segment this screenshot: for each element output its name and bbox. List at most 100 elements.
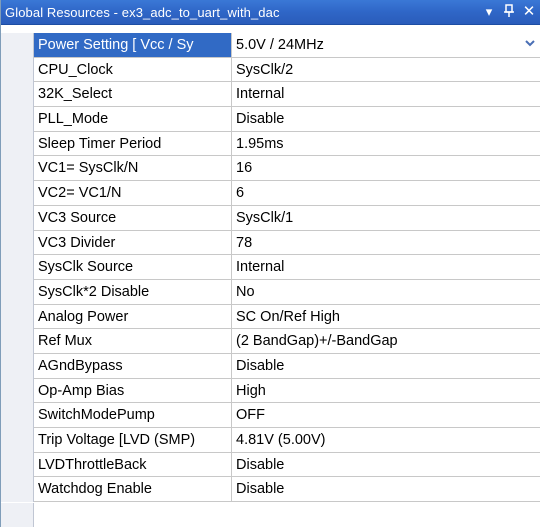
property-row[interactable]: Analog Power SC On/Ref High [1,304,540,330]
property-row[interactable]: SysClk*2 Disable No [1,279,540,305]
property-value-text: 16 [236,160,253,177]
property-value-text: Disable [236,357,285,374]
title-bar: Global Resources - ex3_adc_to_uart_with_… [1,0,540,25]
grid-empty-area [1,503,540,527]
property-name[interactable]: Sleep Timer Period [34,131,232,157]
row-margin [1,255,34,280]
property-value-text: Disable [236,456,285,473]
property-value-text: SysClk/2 [236,61,294,78]
property-value-text: OFF [236,407,265,424]
property-name[interactable]: SwitchModePump [34,403,232,428]
property-name[interactable]: SysClk Source [34,255,232,280]
window-title: Global Resources - ex3_adc_to_uart_with_… [5,5,280,20]
property-value-text: 6 [236,185,245,202]
property-row[interactable]: Power Setting [ Vcc / Sy 5.0V / 24MHz [1,33,540,58]
property-row[interactable]: SwitchModePump OFF [1,403,540,428]
row-margin [1,403,34,428]
property-grid: Power Setting [ Vcc / Sy 5.0V / 24MHz CPU_… [1,33,540,503]
property-name[interactable]: PLL_Mode [34,107,232,132]
property-row[interactable]: VC2= VC1/N 6 [1,181,540,206]
row-margin [1,428,34,453]
property-row[interactable]: VC3 Divider 78 [1,230,540,256]
property-name[interactable]: VC1= SysClk/N [34,156,232,182]
property-value[interactable]: 5.0V / 24MHz [232,33,540,58]
property-name[interactable]: VC2= VC1/N [34,181,232,206]
property-value-text: SC On/Ref High [236,308,340,325]
grid-margin [1,503,34,527]
property-row[interactable]: CPU_Clock SysClk/2 [1,57,540,83]
property-value[interactable]: (2 BandGap)+/-BandGap [232,329,540,354]
property-name[interactable]: LVDThrottleBack [34,452,232,478]
property-name[interactable]: AGndBypass [34,353,232,379]
property-value[interactable]: SC On/Ref High [232,305,540,330]
row-margin [1,57,34,83]
property-value[interactable]: Disable [232,453,540,478]
property-row[interactable]: Watchdog Enable Disable [1,477,540,503]
row-margin [1,107,34,132]
property-row[interactable]: Sleep Timer Period 1.95ms [1,131,540,157]
property-row[interactable]: VC3 Source SysClk/1 [1,205,540,231]
close-icon[interactable]: ✕ [521,4,537,20]
global-resources-panel: Global Resources - ex3_adc_to_uart_with_… [0,0,540,527]
property-value-text: No [236,283,255,300]
property-value-text: 5.0V / 24MHz [236,37,324,53]
property-row[interactable]: Op-Amp Bias High [1,378,540,404]
property-name[interactable]: Trip Voltage [LVD (SMP) [34,428,232,453]
property-value-text: (2 BandGap)+/-BandGap [236,333,398,350]
row-margin [1,279,34,305]
property-value[interactable]: 16 [232,156,540,182]
property-row[interactable]: LVDThrottleBack Disable [1,452,540,478]
property-value[interactable]: 4.81V (5.00V) [232,428,540,453]
pin-icon[interactable] [501,4,517,20]
property-value[interactable]: High [232,379,540,404]
property-value[interactable]: Internal [232,82,540,108]
property-value[interactable]: SysClk/1 [232,206,540,231]
row-margin [1,378,34,404]
property-value[interactable]: 78 [232,231,540,256]
row-margin [1,477,34,503]
property-value[interactable]: Internal [232,255,540,280]
row-margin [1,304,34,330]
property-value-text: Disable [236,111,285,128]
property-row[interactable]: SysClk Source Internal [1,255,540,280]
property-value[interactable]: Disable [232,354,540,379]
property-value[interactable]: 1.95ms [232,132,540,157]
property-name[interactable]: Analog Power [34,304,232,330]
property-value[interactable]: Disable [232,477,540,503]
property-name[interactable]: VC3 Source [34,205,232,231]
chevron-down-icon[interactable]: ▾ [481,4,497,20]
row-margin [1,329,34,354]
property-value[interactable]: OFF [232,403,540,428]
row-margin [1,353,34,379]
property-row[interactable]: Ref Mux (2 BandGap)+/-BandGap [1,329,540,354]
property-value[interactable]: Disable [232,107,540,132]
row-margin [1,131,34,157]
property-value-text: 4.81V (5.00V) [236,432,326,448]
property-name[interactable]: Ref Mux [34,329,232,354]
property-name[interactable]: Watchdog Enable [34,477,232,503]
dropdown-arrow-icon[interactable] [523,37,537,53]
property-name[interactable]: CPU_Clock [34,57,232,83]
property-row[interactable]: Trip Voltage [LVD (SMP) 4.81V (5.00V) [1,428,540,453]
property-value-text: Disable [236,481,285,498]
property-row[interactable]: 32K_Select Internal [1,82,540,108]
property-name[interactable]: VC3 Divider [34,230,232,256]
property-value-text: Internal [236,259,285,276]
property-row[interactable]: VC1= SysClk/N 16 [1,156,540,182]
row-margin [1,230,34,256]
row-margin [1,82,34,108]
property-value[interactable]: 6 [232,181,540,206]
property-name[interactable]: 32K_Select [34,82,232,108]
property-value[interactable]: SysClk/2 [232,58,540,83]
property-name[interactable]: Op-Amp Bias [34,378,232,404]
row-margin [1,205,34,231]
property-value-text: 78 [236,234,253,251]
property-value[interactable]: No [232,280,540,305]
property-name[interactable]: Power Setting [ Vcc / Sy [34,33,232,58]
property-value-text: High [236,382,266,399]
row-margin [1,156,34,182]
property-row[interactable]: AGndBypass Disable [1,353,540,379]
property-name[interactable]: SysClk*2 Disable [34,279,232,305]
property-value-text: Internal [236,86,285,103]
property-row[interactable]: PLL_Mode Disable [1,107,540,132]
